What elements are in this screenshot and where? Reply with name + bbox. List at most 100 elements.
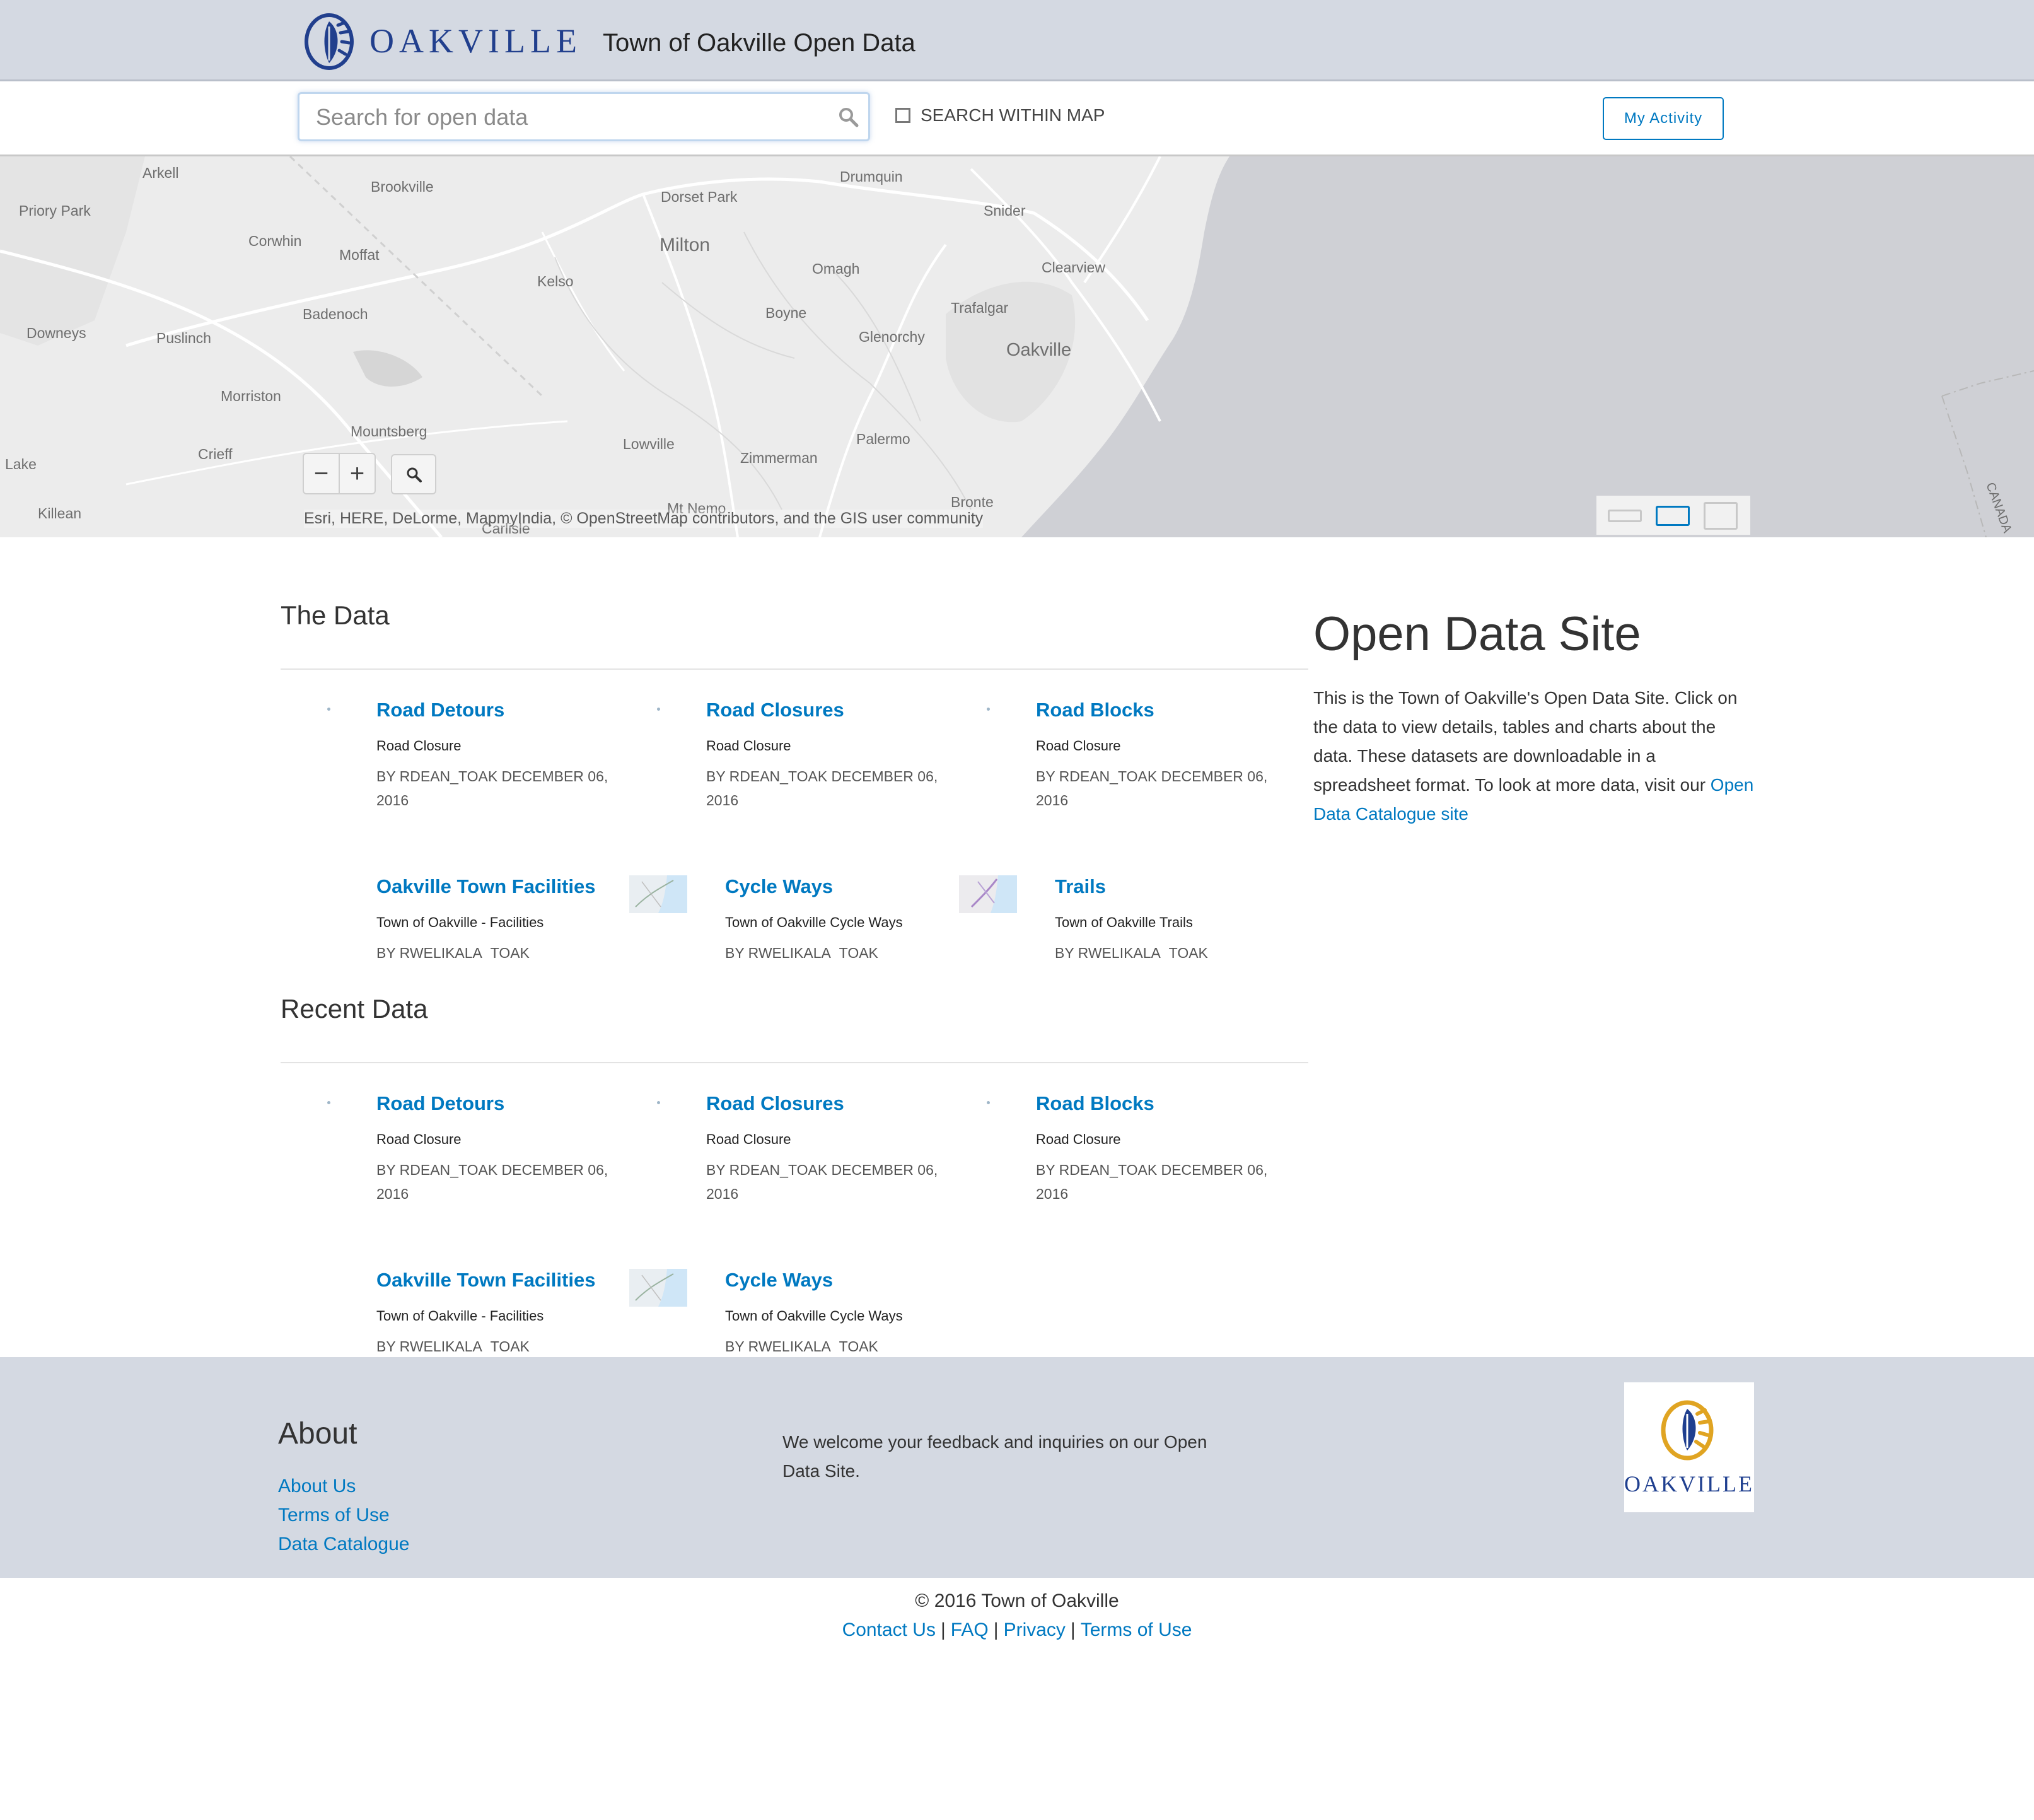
- map-label-priory-park: Priory Park: [19, 202, 91, 219]
- zoom-in-button[interactable]: +: [340, 454, 375, 493]
- thumbnail-placeholder: [987, 708, 990, 711]
- card-title-link[interactable]: Road Detours: [376, 1092, 504, 1115]
- the-data-divider: [281, 668, 1308, 670]
- card-subtitle: Town of Oakville - Facilities: [376, 1308, 544, 1324]
- card-subtitle: Road Closure: [706, 1131, 791, 1147]
- card-title-link[interactable]: Road Blocks: [1036, 699, 1154, 721]
- data-card-oakville-town-facilities[interactable]: Oakville Town Facilities Town of Oakvill…: [281, 875, 611, 960]
- card-title-link[interactable]: Trails: [1055, 875, 1106, 898]
- contact-us-link[interactable]: Contact Us: [842, 1619, 936, 1640]
- search-input[interactable]: [315, 102, 822, 133]
- map-label-trafalgar: Trafalgar: [951, 300, 1009, 316]
- data-card-trails[interactable]: Trails Town of Oakville Trails BY RWELIK…: [959, 875, 1289, 960]
- faq-link[interactable]: FAQ: [951, 1619, 989, 1640]
- map-label-dorset-park: Dorset Park: [661, 189, 738, 205]
- oak-leaf-logo-icon: [1661, 1400, 1714, 1461]
- card-title-link[interactable]: Road Closures: [706, 1092, 844, 1115]
- layout-large-icon[interactable]: [1704, 502, 1738, 530]
- recent-data-grid: Road Detours Road Closure BY RDEAN_TOAK …: [281, 1092, 1308, 1353]
- recent-card-oakville-town-facilities[interactable]: Oakville Town Facilities Town of Oakvill…: [281, 1269, 611, 1353]
- map-attribution: Esri, HERE, DeLorme, MapmyIndia, © OpenS…: [304, 510, 984, 528]
- map-label-puslinch: Puslinch: [156, 330, 211, 346]
- layout-compact-icon[interactable]: [1608, 510, 1642, 522]
- link-separator: |: [993, 1619, 999, 1640]
- site-footer: About About Us Terms of Use Data Catalog…: [0, 1357, 2034, 1578]
- recent-card-road-detours[interactable]: Road Detours Road Closure BY RDEAN_TOAK …: [281, 1092, 611, 1241]
- link-separator: |: [940, 1619, 946, 1640]
- card-subtitle: Road Closure: [376, 1131, 462, 1147]
- footer-logo-wordmark: OAKVILLE: [1624, 1471, 1754, 1496]
- map-label-killean: Killean: [38, 505, 81, 522]
- map-label-moffat: Moffat: [339, 247, 380, 263]
- my-activity-button[interactable]: My Activity: [1603, 97, 1724, 140]
- card-meta: BY RDEAN_TOAK DECEMBER 06, 2016: [1036, 1162, 1268, 1202]
- map-label-lowville: Lowville: [623, 436, 675, 452]
- card-subtitle: Town of Oakville Trails: [1055, 914, 1193, 930]
- search-within-map-checkbox[interactable]: [895, 108, 910, 123]
- card-subtitle: Town of Oakville - Facilities: [376, 914, 544, 930]
- open-data-site-title: Open Data Site: [1313, 607, 1641, 661]
- map-view[interactable]: Arkell Brookville Dorset Park Drumquin P…: [0, 156, 2034, 537]
- data-card-road-blocks[interactable]: Road Blocks Road Closure BY RDEAN_TOAK D…: [940, 699, 1270, 848]
- data-card-cycle-ways[interactable]: Cycle Ways Town of Oakville Cycle Ways B…: [629, 875, 960, 960]
- card-title-link[interactable]: Road Detours: [376, 699, 504, 721]
- data-catalogue-link[interactable]: Data Catalogue: [278, 1530, 409, 1559]
- map-label-badenoch: Badenoch: [303, 306, 368, 322]
- terms-of-use-link[interactable]: Terms of Use: [278, 1501, 409, 1530]
- card-meta: BY RDEAN_TOAK DECEMBER 06, 2016: [376, 768, 608, 808]
- map-label-crieff: Crieff: [198, 446, 233, 462]
- site-title: Town of Oakville Open Data: [603, 29, 915, 57]
- map-label-drumquin: Drumquin: [840, 168, 903, 185]
- map-search-icon: [407, 467, 422, 482]
- copyright: © 2016 Town of Oakville: [915, 1590, 1119, 1611]
- privacy-link[interactable]: Privacy: [1004, 1619, 1066, 1640]
- map-label-mountsberg: Mountsberg: [351, 423, 427, 440]
- bottom-terms-of-use-link[interactable]: Terms of Use: [1081, 1619, 1192, 1640]
- oakville-logo[interactable]: OAKVILLE: [304, 11, 582, 71]
- recent-card-road-blocks[interactable]: Road Blocks Road Closure BY RDEAN_TOAK D…: [940, 1092, 1270, 1241]
- card-title-link[interactable]: Cycle Ways: [725, 1269, 833, 1292]
- the-data-grid: Road Detours Road Closure BY RDEAN_TOAK …: [281, 699, 1308, 960]
- card-subtitle: Road Closure: [376, 738, 462, 754]
- search-within-map-toggle[interactable]: SEARCH WITHIN MAP: [895, 105, 1105, 125]
- thumbnail-placeholder: [327, 1101, 330, 1104]
- map-thumbnail-icon[interactable]: [629, 875, 687, 913]
- card-meta: BY RDEAN_TOAK DECEMBER 06, 2016: [706, 768, 938, 808]
- card-meta: BY RDEAN_TOAK DECEMBER 06, 2016: [376, 1162, 608, 1202]
- map-label-milton: Milton: [660, 235, 710, 255]
- map-label-clearview: Clearview: [1042, 259, 1105, 276]
- about-us-link[interactable]: About Us: [278, 1472, 409, 1501]
- recent-card-road-closures[interactable]: Road Closures Road Closure BY RDEAN_TOAK…: [610, 1092, 941, 1241]
- card-meta: BY RWELIKALA_TOAK DECEMBER: [1055, 945, 1208, 960]
- search-box: [298, 92, 870, 141]
- oak-leaf-logo-icon: [305, 13, 354, 70]
- map-label-bronte: Bronte: [951, 494, 994, 510]
- card-subtitle: Road Closure: [1036, 1131, 1121, 1147]
- layout-medium-icon[interactable]: [1656, 506, 1690, 526]
- card-title-link[interactable]: Road Closures: [706, 699, 844, 721]
- card-subtitle: Town of Oakville Cycle Ways: [725, 1308, 903, 1324]
- data-card-road-detours[interactable]: Road Detours Road Closure BY RDEAN_TOAK …: [281, 699, 611, 848]
- card-title-link[interactable]: Oakville Town Facilities: [376, 875, 595, 898]
- card-title-link[interactable]: Road Blocks: [1036, 1092, 1154, 1115]
- card-title-link[interactable]: Oakville Town Facilities: [376, 1269, 595, 1292]
- about-title: About: [278, 1417, 357, 1450]
- map-thumbnail-icon[interactable]: [629, 1269, 687, 1307]
- zoom-out-button[interactable]: −: [304, 454, 339, 493]
- data-card-road-closures[interactable]: Road Closures Road Closure BY RDEAN_TOAK…: [610, 699, 941, 848]
- card-subtitle: Town of Oakville Cycle Ways: [725, 914, 903, 930]
- logo-wordmark: OAKVILLE: [369, 22, 582, 60]
- feedback-text: We welcome your feedback and inquiries o…: [782, 1432, 1207, 1481]
- search-icon[interactable]: [838, 107, 859, 128]
- map-label-morriston: Morriston: [221, 388, 281, 404]
- recent-card-cycle-ways[interactable]: Cycle Ways Town of Oakville Cycle Ways B…: [629, 1269, 960, 1353]
- map-thumbnail-icon[interactable]: [959, 875, 1017, 913]
- footer-oakville-logo[interactable]: OAKVILLE: [1624, 1382, 1754, 1512]
- card-title-link[interactable]: Cycle Ways: [725, 875, 833, 898]
- map-label-glenorchy: Glenorchy: [859, 329, 925, 345]
- card-meta: BY RDEAN_TOAK DECEMBER 06, 2016: [1036, 768, 1268, 808]
- map-label-boyne: Boyne: [765, 305, 806, 321]
- map-search-button[interactable]: [391, 454, 436, 494]
- card-subtitle: Road Closure: [1036, 738, 1121, 754]
- link-separator: |: [1070, 1619, 1076, 1640]
